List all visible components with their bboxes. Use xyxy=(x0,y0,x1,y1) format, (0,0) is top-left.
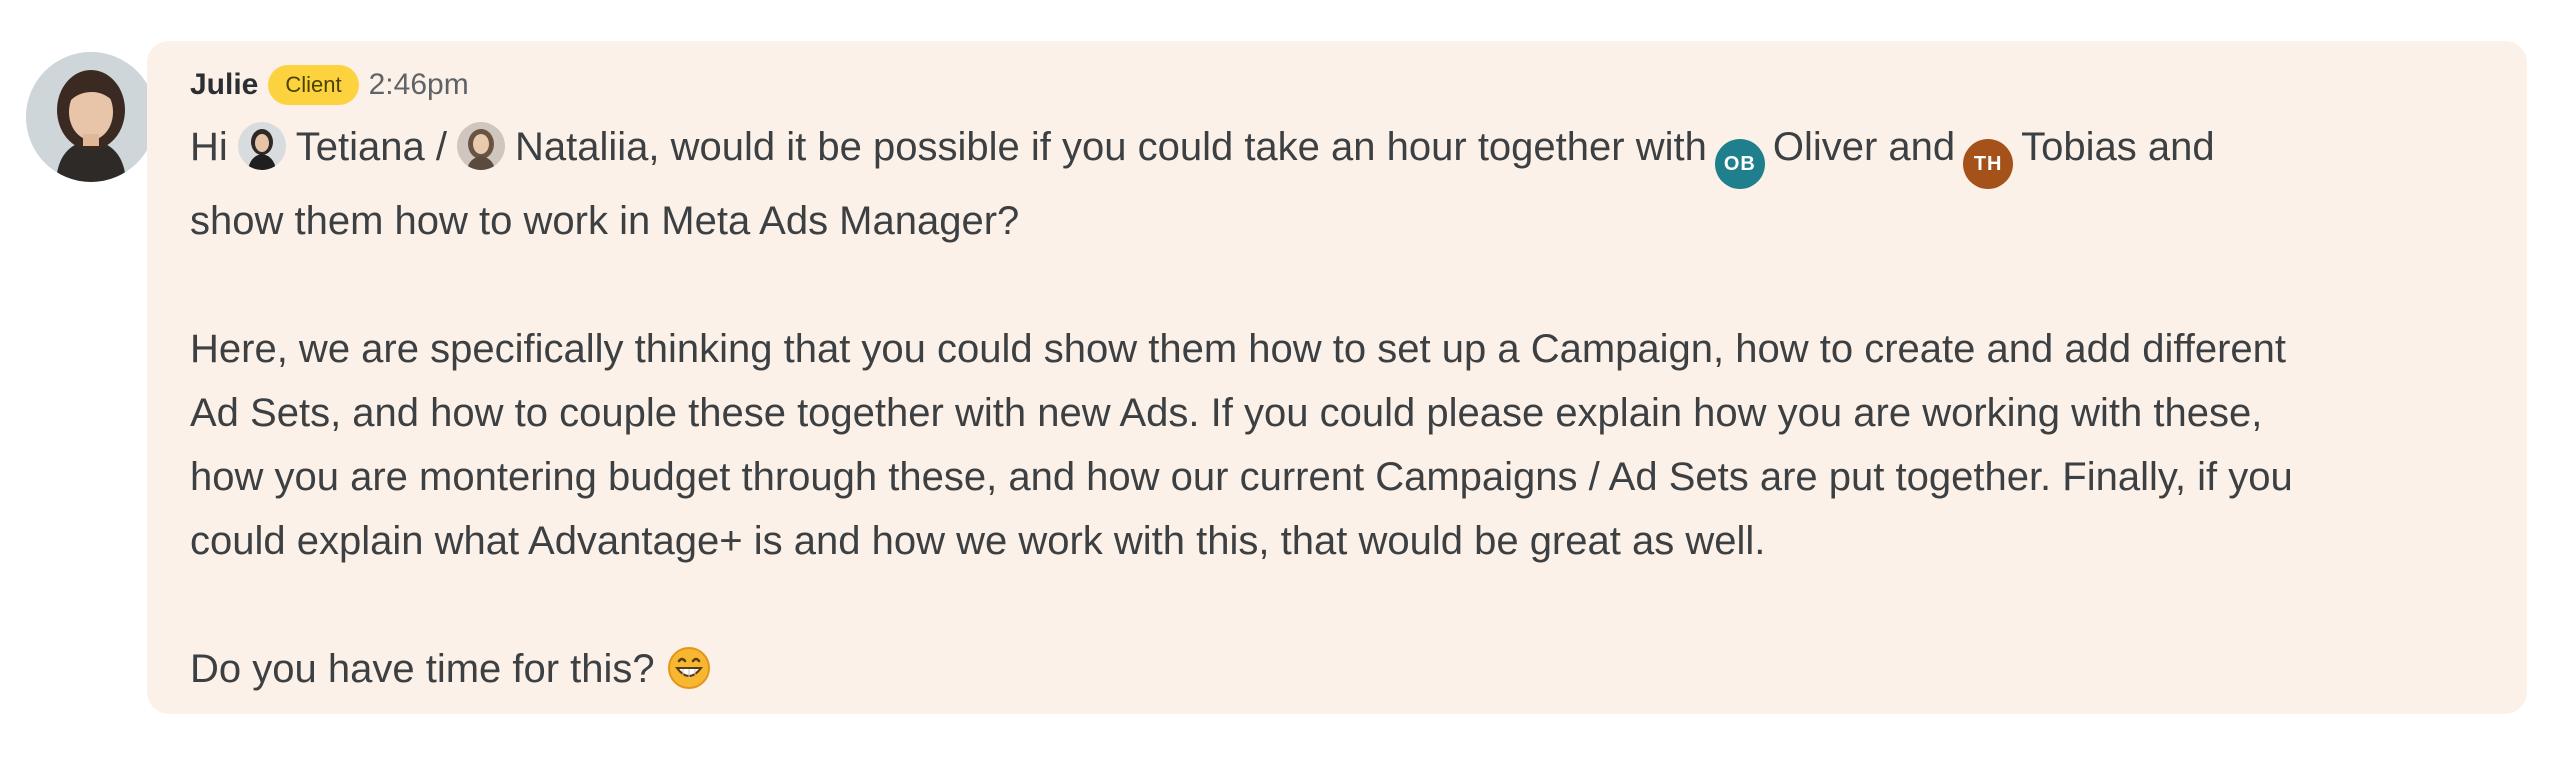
message-timestamp: 2:46pm xyxy=(368,68,469,101)
message-paragraph: Here, we are specifically thinking that … xyxy=(190,317,2490,573)
message-text-segment: , would it be possible if you could take… xyxy=(648,125,1707,169)
message-line: Do you have time for this? xyxy=(190,637,2490,701)
message-paragraph: Hi Tetiana / Nataliia, would it be possibl… xyxy=(190,115,2490,253)
mention-separator: / xyxy=(435,125,448,169)
message-paragraph: Do you have time for this? xyxy=(190,637,2490,701)
message-line: Here, we are specifically thinking that … xyxy=(190,327,2287,371)
mention-avatar-nataliia xyxy=(457,122,506,170)
message-text-segment: and xyxy=(2147,125,2215,169)
client-badge: Client xyxy=(268,65,359,105)
sender-name[interactable]: Julie xyxy=(190,68,258,102)
grinning-face-emoji-icon xyxy=(667,647,710,689)
message-line: how you are montering budget through the… xyxy=(190,455,2293,499)
message-line: Ad Sets, and how to couple these togethe… xyxy=(190,391,2263,435)
mention-avatar-tobias: TH xyxy=(1963,139,2014,189)
greeting-text: Hi xyxy=(190,125,228,169)
message-body: Hi Tetiana / Nataliia, would it be possibl… xyxy=(190,115,2490,701)
mention-avatar-tetiana xyxy=(237,122,286,170)
message-line: could explain what Advantage+ is and how… xyxy=(190,519,1766,563)
message-line: Hi Tetiana / Nataliia, would it be possibl… xyxy=(190,115,2490,189)
chat-message: Julie Client 2:46pm Hi Tetiana / Nataliia,… xyxy=(0,0,2560,757)
message-text-segment: and xyxy=(1888,125,1956,169)
mention-oliver[interactable]: Oliver xyxy=(1773,125,1877,169)
mention-nataliia[interactable]: Nataliia xyxy=(515,125,648,169)
mention-tetiana[interactable]: Tetiana xyxy=(296,125,425,169)
question-text: Do you have time for this? xyxy=(190,647,655,691)
sender-avatar-photo xyxy=(26,52,156,182)
message-header: Julie Client 2:46pm xyxy=(190,63,469,107)
sender-avatar[interactable] xyxy=(26,52,156,182)
mention-avatar-oliver: OB xyxy=(1714,139,1765,189)
message-bubble: Julie Client 2:46pm Hi Tetiana / Nataliia,… xyxy=(147,41,2527,714)
mention-tobias[interactable]: Tobias xyxy=(2021,125,2137,169)
message-line: show them how to work in Meta Ads Manage… xyxy=(190,199,1020,243)
